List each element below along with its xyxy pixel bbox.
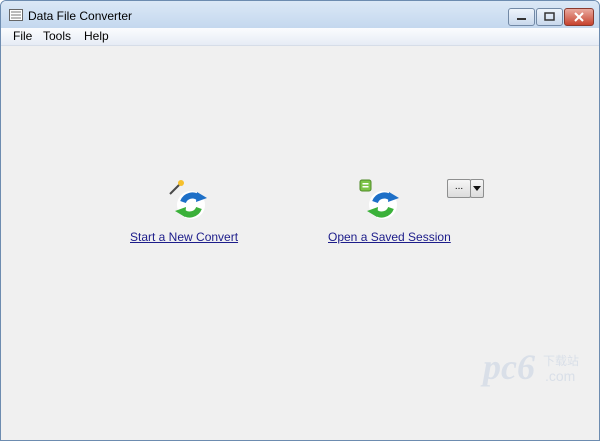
menu-tools[interactable]: Tools <box>43 29 71 43</box>
watermark-subtext: 下载站 <box>543 354 580 368</box>
menu-bar: File Tools Help <box>1 28 599 46</box>
watermark-domain: .com <box>545 368 576 384</box>
app-window: Data File Converter File Tools Help Star… <box>0 0 600 441</box>
maximize-button[interactable] <box>536 8 563 26</box>
start-new-convert-link[interactable]: Start a New Convert <box>130 230 238 244</box>
menu-file[interactable]: File <box>13 29 32 43</box>
browse-session-button[interactable]: ... <box>447 179 471 198</box>
close-icon <box>574 12 584 22</box>
convert-session-icon[interactable] <box>359 179 403 221</box>
minimize-button[interactable] <box>508 8 535 26</box>
site-watermark: pc6 下载站 .com <box>483 346 598 388</box>
window-title: Data File Converter <box>28 9 133 23</box>
triangle-down-icon <box>473 186 481 191</box>
app-icon <box>9 9 23 21</box>
close-button[interactable] <box>564 8 594 26</box>
watermark-logo-text: pc6 <box>483 347 535 387</box>
convert-wand-icon[interactable] <box>167 179 211 221</box>
minimize-icon <box>517 18 526 20</box>
maximize-icon <box>544 12 555 21</box>
open-saved-session-link[interactable]: Open a Saved Session <box>328 230 451 244</box>
menu-help[interactable]: Help <box>84 29 109 43</box>
title-bar[interactable]: Data File Converter <box>1 1 599 29</box>
session-dropdown-button[interactable] <box>470 179 484 198</box>
